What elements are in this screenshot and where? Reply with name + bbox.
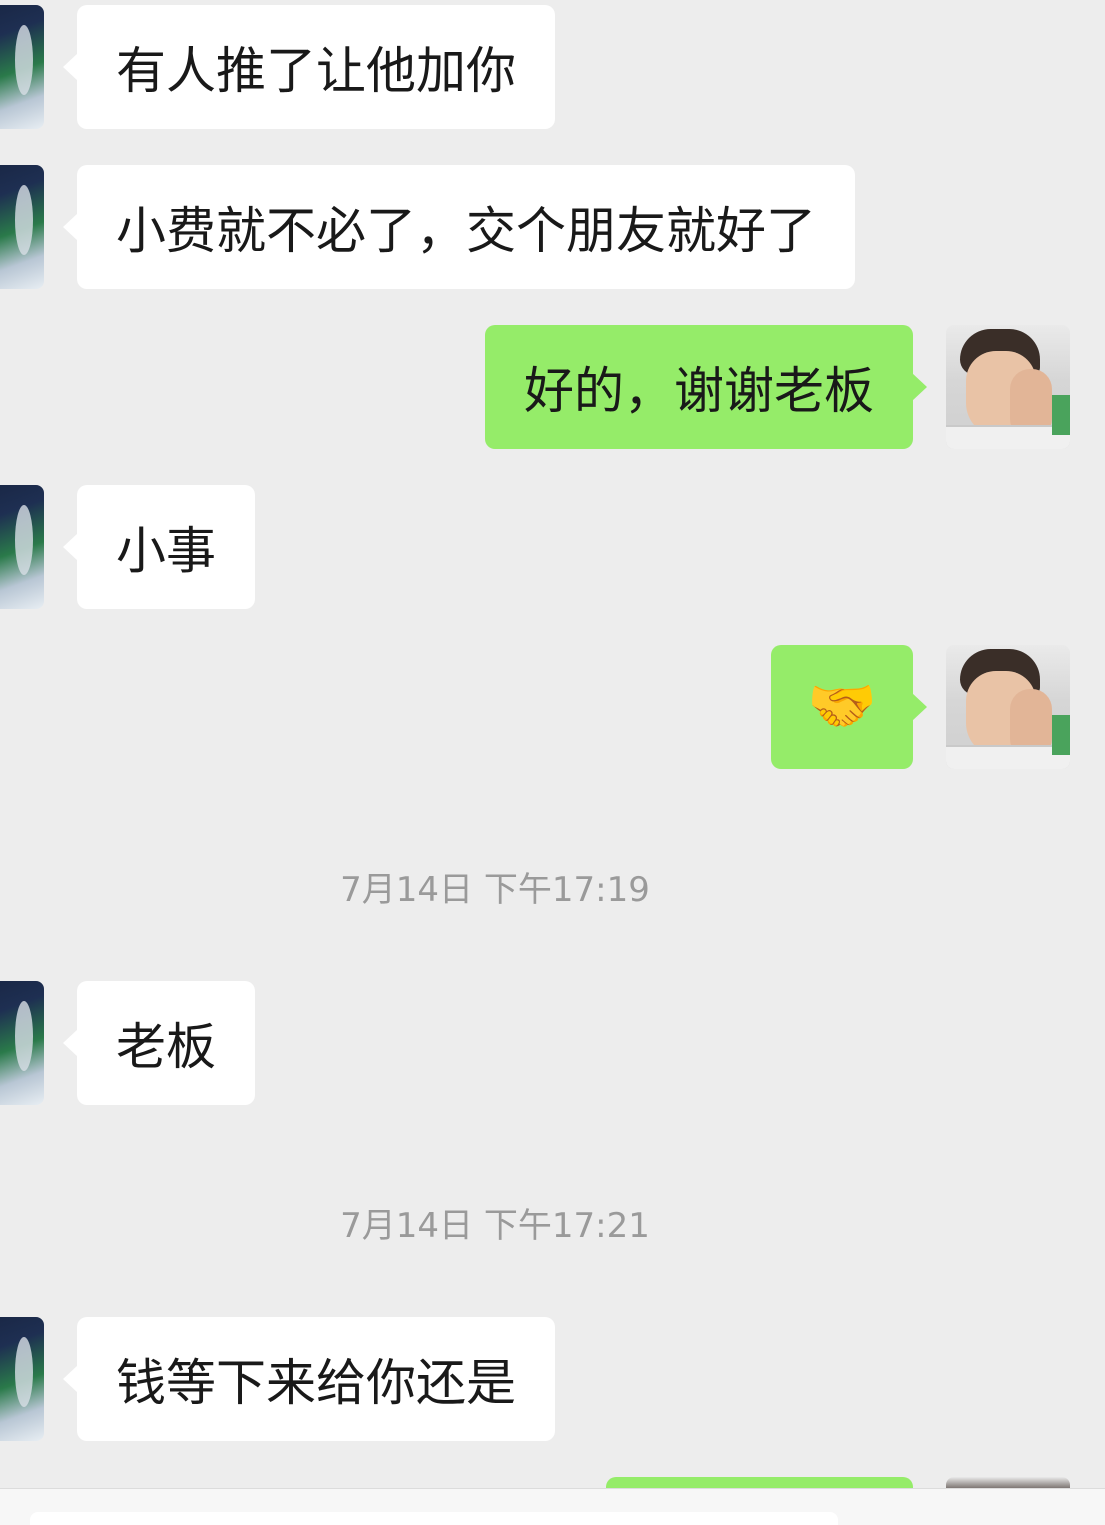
message-text: 老板 xyxy=(116,1018,216,1076)
chat-screen: 有人推了让他加你 小费就不必了，交个朋友就好了 好的，谢谢老板 小事 🤝 7月1… xyxy=(0,0,1105,1525)
contact-avatar[interactable] xyxy=(0,5,44,129)
message-row-incoming: 钱等下来给你还是 xyxy=(0,1317,1105,1441)
my-avatar[interactable] xyxy=(946,325,1070,449)
message-row-incoming: 小事 xyxy=(0,485,1105,609)
message-bubble-incoming[interactable]: 小费就不必了，交个朋友就好了 xyxy=(63,165,855,289)
contact-avatar[interactable] xyxy=(0,165,44,289)
message-bubble-outgoing[interactable]: 好的，谢谢老板 xyxy=(485,325,927,449)
message-text: 有人推了让他加你 xyxy=(116,42,516,100)
message-row-outgoing: 好的，谢谢老板 xyxy=(0,325,1105,449)
message-input[interactable] xyxy=(30,1512,838,1525)
contact-avatar[interactable] xyxy=(0,1317,44,1441)
message-row-outgoing: 🤝 xyxy=(0,645,1105,769)
message-row-incoming: 小费就不必了，交个朋友就好了 xyxy=(0,165,1105,289)
handshake-icon: 🤝 xyxy=(807,674,877,739)
message-bubble-incoming[interactable]: 老板 xyxy=(63,981,255,1105)
message-bubble-incoming[interactable]: 有人推了让他加你 xyxy=(63,5,555,129)
message-bubble-incoming[interactable]: 钱等下来给你还是 xyxy=(63,1317,555,1441)
message-timestamp: 7月14日 下午17:19 xyxy=(340,870,650,910)
message-bubble-outgoing[interactable]: 🤝 xyxy=(771,645,927,769)
message-text: 好的，谢谢老板 xyxy=(524,362,874,420)
message-text: 小事 xyxy=(116,522,216,580)
my-avatar[interactable] xyxy=(946,645,1070,769)
contact-avatar[interactable] xyxy=(0,485,44,609)
contact-avatar[interactable] xyxy=(0,981,44,1105)
message-row-incoming: 老板 xyxy=(0,981,1105,1105)
message-text: 小费就不必了，交个朋友就好了 xyxy=(116,202,816,260)
message-row-incoming: 有人推了让他加你 xyxy=(0,5,1105,129)
message-text: 钱等下来给你还是 xyxy=(116,1354,516,1412)
message-bubble-incoming[interactable]: 小事 xyxy=(63,485,255,609)
message-timestamp: 7月14日 下午17:21 xyxy=(340,1206,650,1246)
